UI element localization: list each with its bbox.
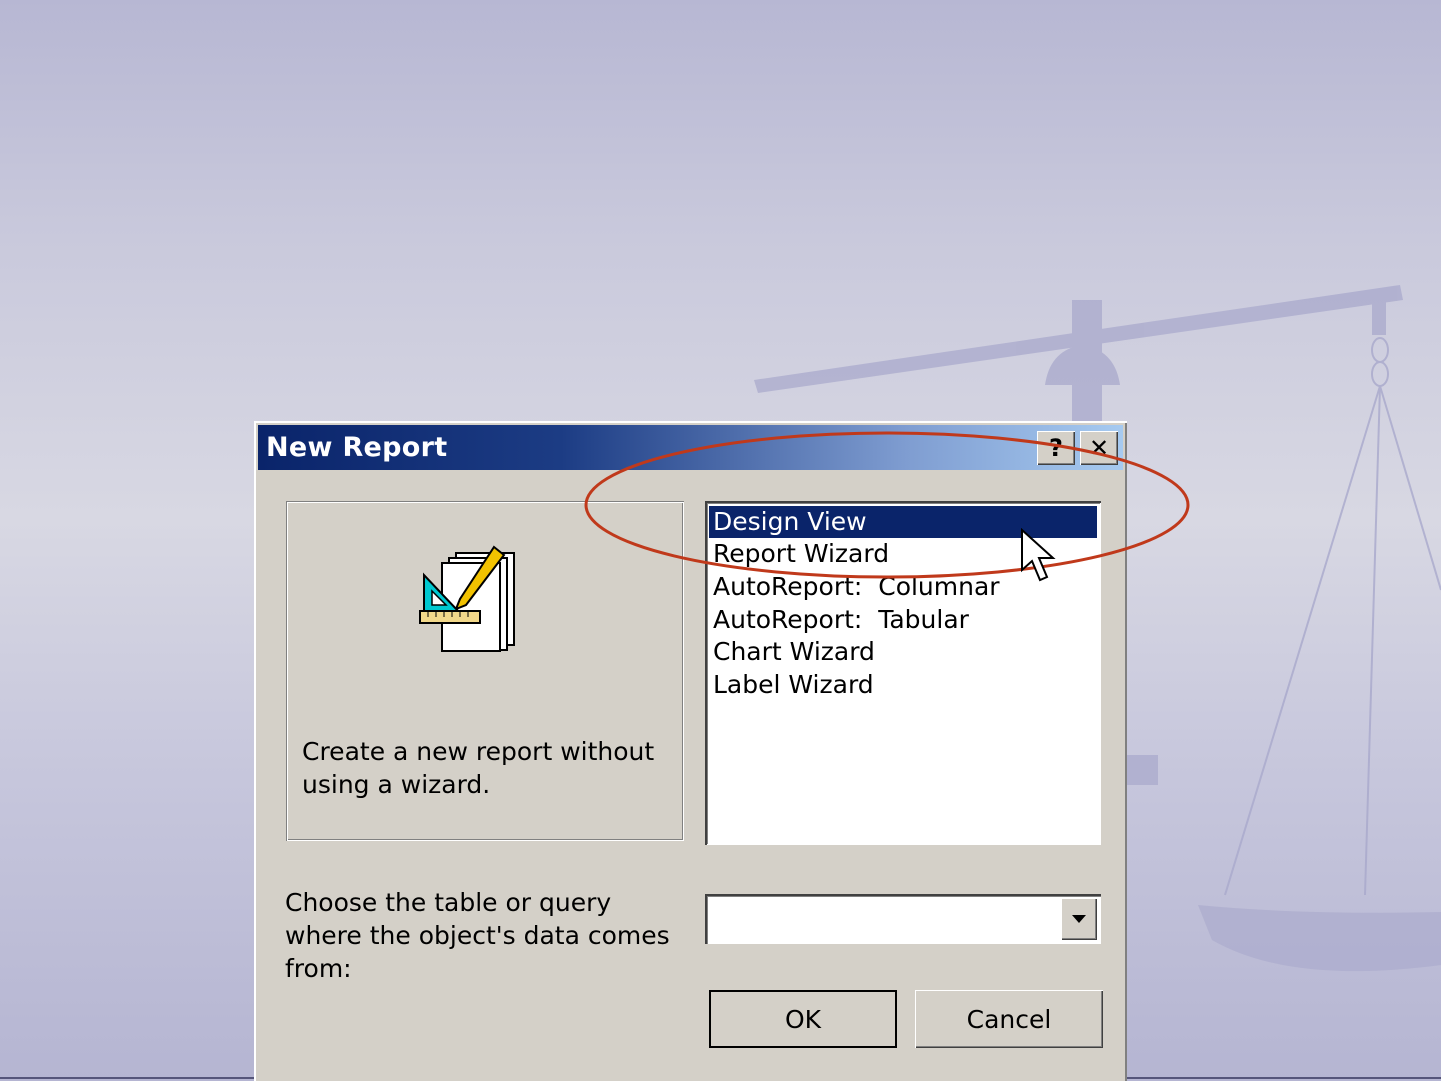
close-button[interactable]: ✕: [1080, 431, 1118, 465]
dialog-title: New Report: [266, 432, 448, 463]
list-item-chart-wizard[interactable]: Chart Wizard: [709, 636, 1097, 668]
design-report-icon: [419, 545, 515, 652]
help-button[interactable]: ?: [1037, 431, 1075, 465]
cancel-button[interactable]: Cancel: [915, 990, 1103, 1048]
chevron-down-icon: [1072, 915, 1086, 923]
ok-button[interactable]: OK: [709, 990, 897, 1048]
preview-panel: Create a new report without using a wiza…: [286, 501, 684, 841]
new-report-dialog: New Report ? ✕ Create a new report witho…: [254, 421, 1127, 1081]
list-item-autoreport-tabular[interactable]: AutoReport: Tabular: [709, 604, 1097, 636]
dropdown-button[interactable]: [1061, 898, 1097, 940]
source-label: Choose the table or query where the obje…: [285, 888, 670, 983]
source-combobox[interactable]: [705, 894, 1101, 944]
list-item-label-wizard[interactable]: Label Wizard: [709, 669, 1097, 701]
mouse-pointer-icon: [1021, 528, 1056, 582]
preview-description: Create a new report without using a wiza…: [302, 737, 655, 799]
title-bar[interactable]: New Report ? ✕: [258, 425, 1123, 470]
